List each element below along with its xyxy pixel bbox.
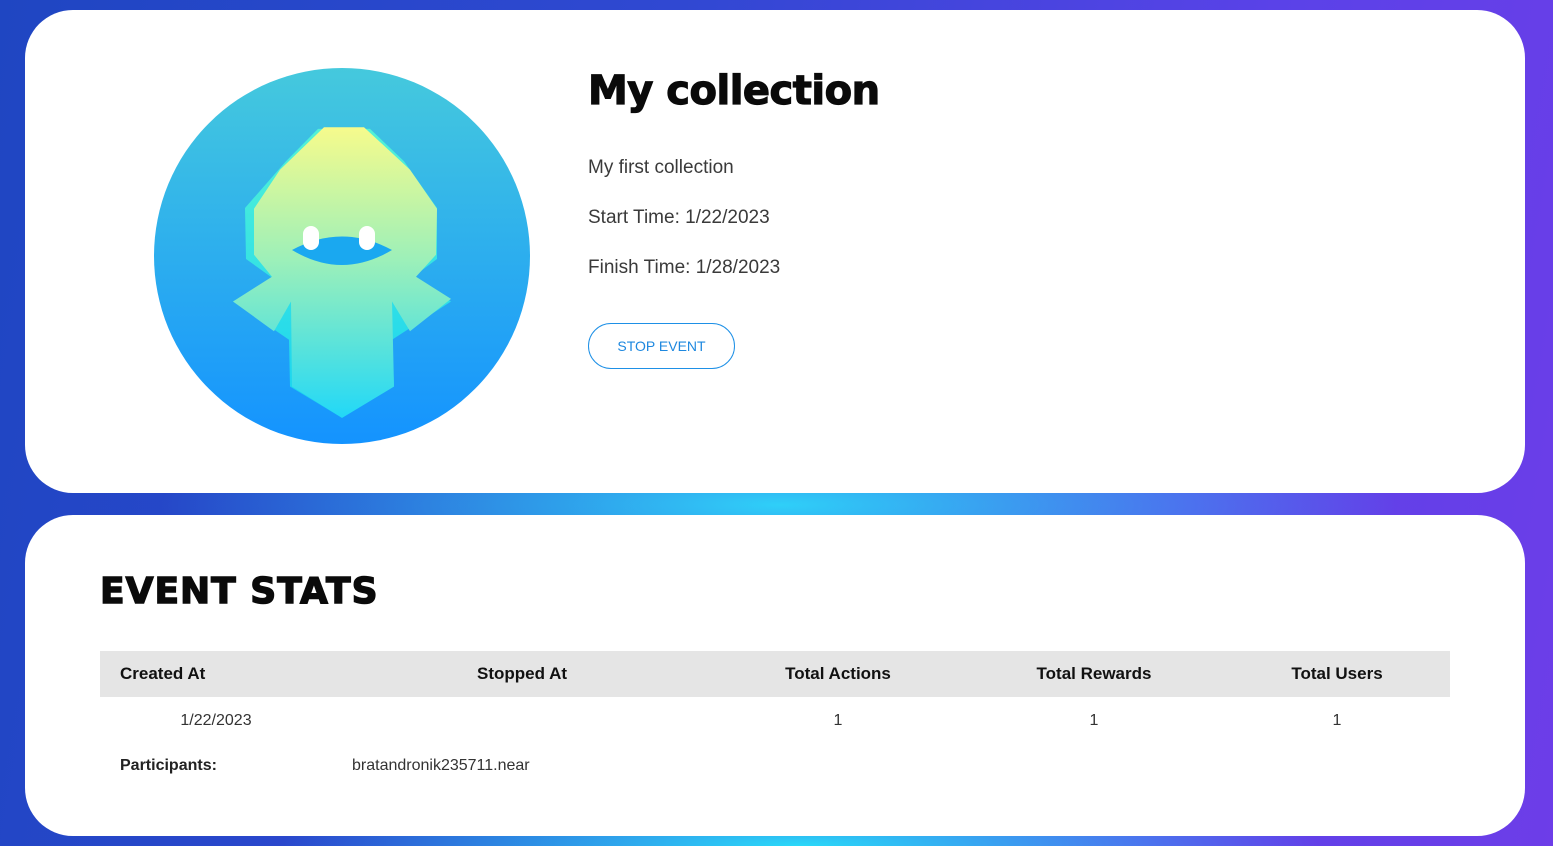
finish-time: Finish Time: 1/28/2023 xyxy=(588,257,781,278)
collection-card: My collection My first collection Start … xyxy=(25,10,1525,493)
collection-avatar xyxy=(154,68,530,444)
cell-created-at: 1/22/2023 xyxy=(180,712,252,729)
event-stats-card: EVENT STATS Created At Stopped At Total … xyxy=(25,515,1525,836)
column-header-stopped-at: Stopped At xyxy=(476,664,568,683)
cell-total-users: 1 xyxy=(1332,712,1342,729)
participants-label: Participants: xyxy=(120,757,217,774)
participant-item: bratandronik235711.near xyxy=(352,757,530,774)
hooded-ghost-icon xyxy=(154,68,530,444)
stop-event-button[interactable]: STOP EVENT xyxy=(588,323,735,369)
column-header-total-users: Total Users xyxy=(1291,664,1383,683)
stats-table-header: Created At Stopped At Total Actions Tota… xyxy=(100,651,1450,697)
collection-description: My first collection xyxy=(588,157,734,178)
collection-title: My collection xyxy=(587,67,880,114)
column-header-created-at: Created At xyxy=(120,664,206,683)
column-header-total-actions: Total Actions xyxy=(785,664,891,683)
cell-total-actions: 1 xyxy=(833,712,843,729)
start-time: Start Time: 1/22/2023 xyxy=(588,207,770,228)
cell-total-rewards: 1 xyxy=(1089,712,1099,729)
event-stats-title: EVENT STATS xyxy=(99,570,379,612)
column-header-total-rewards: Total Rewards xyxy=(1036,664,1152,683)
